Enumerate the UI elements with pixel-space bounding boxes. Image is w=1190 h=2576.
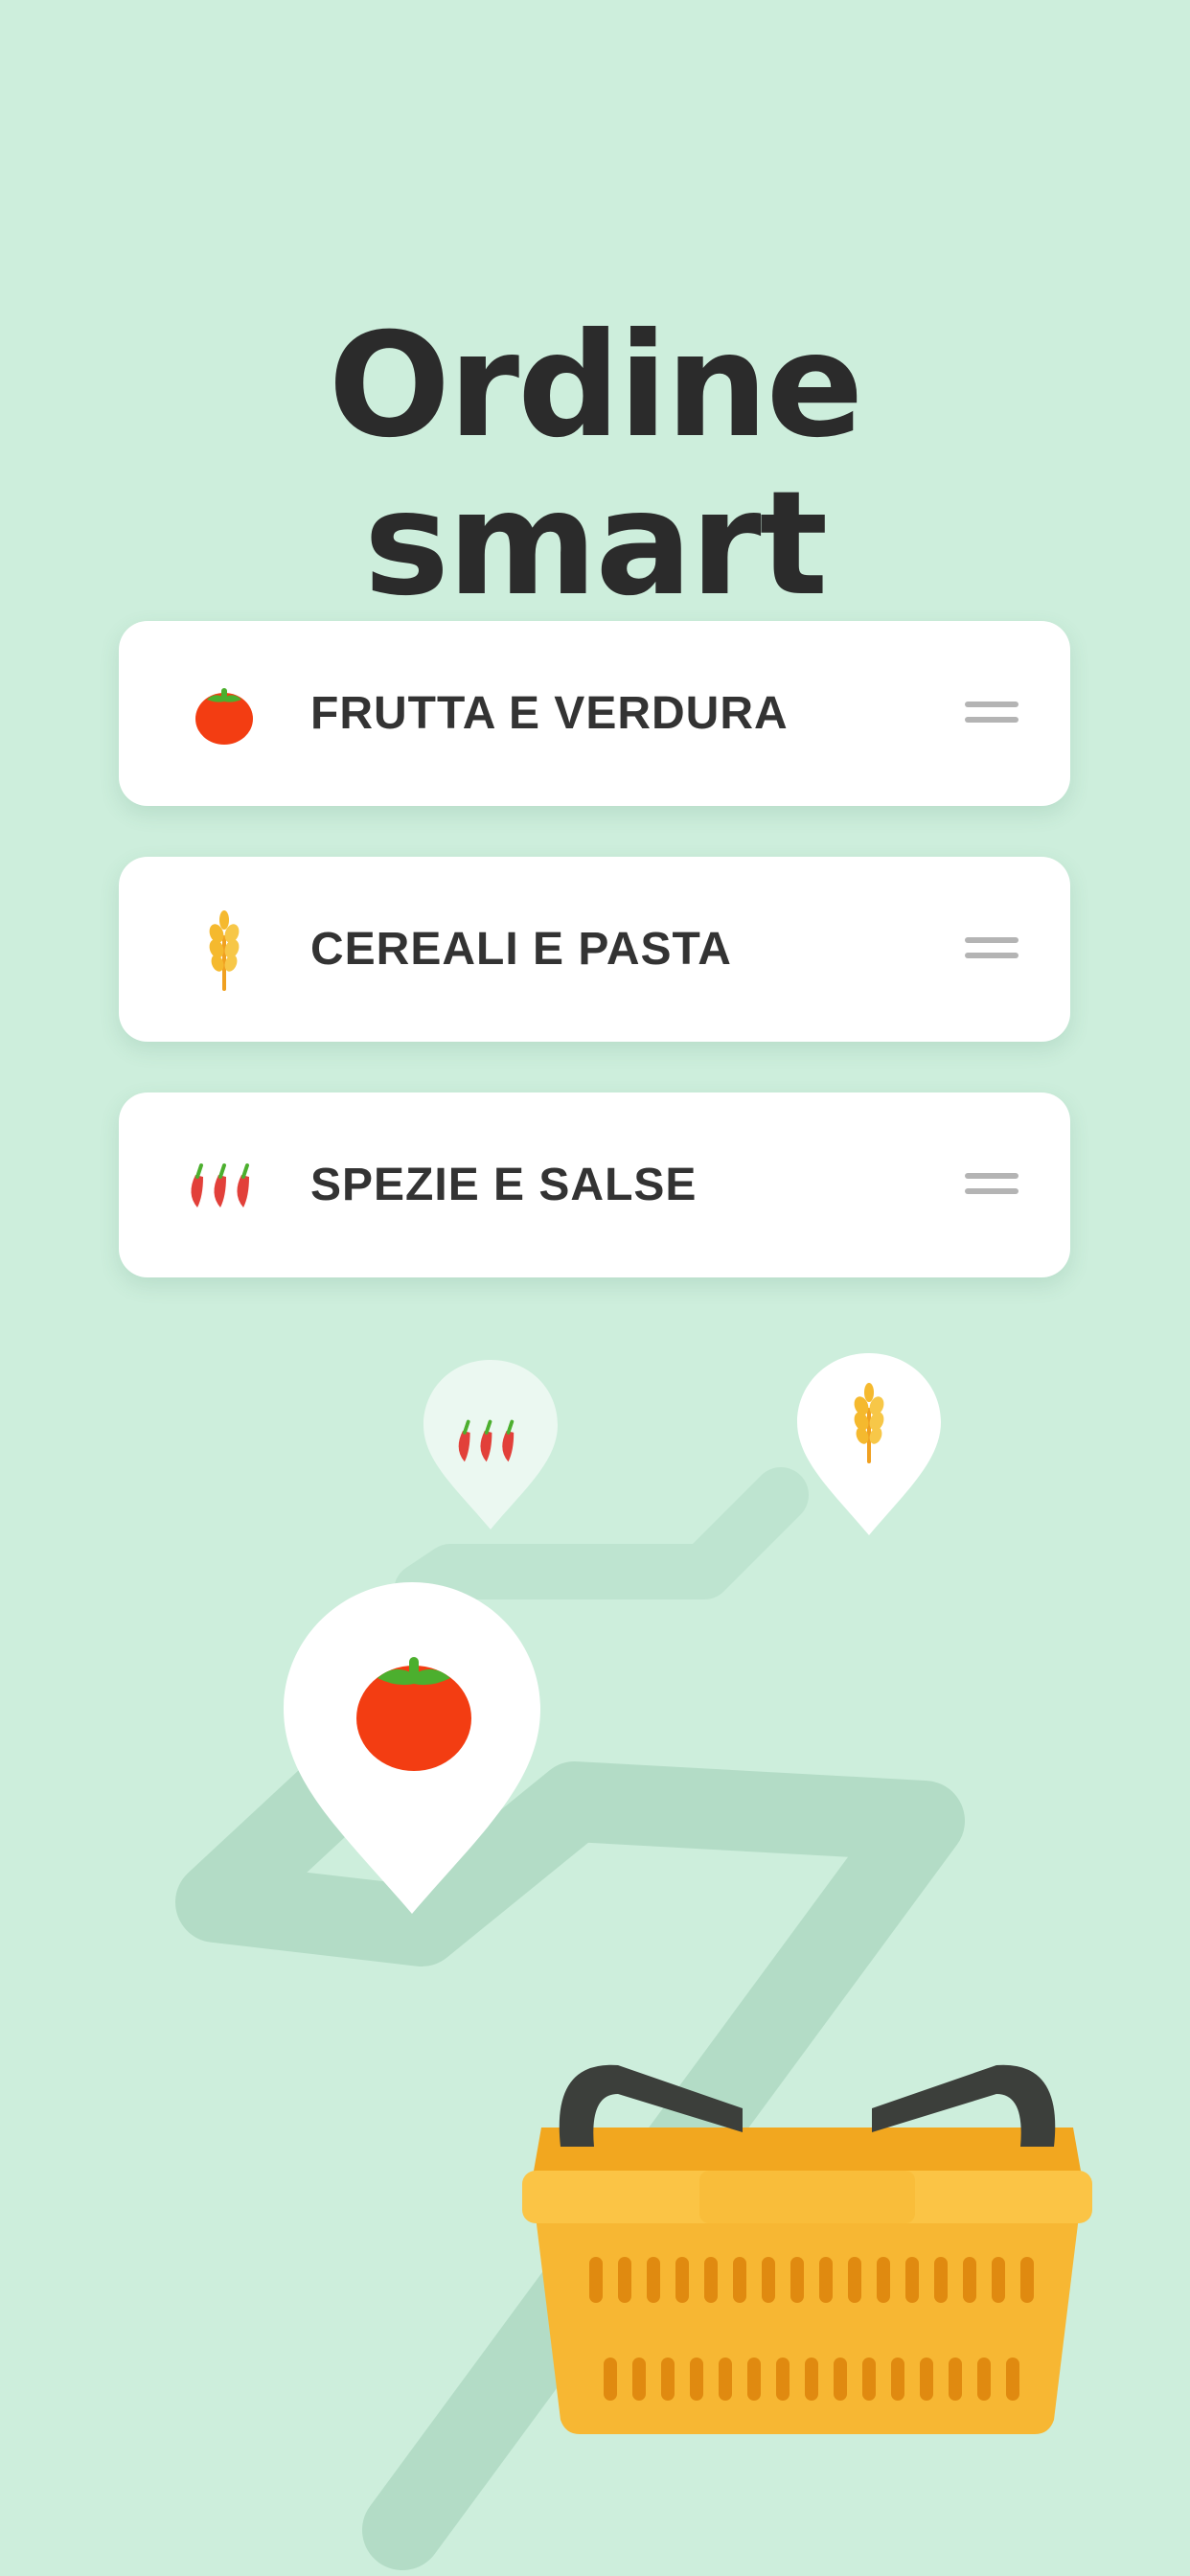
map-pin-wheat — [797, 1353, 941, 1535]
tomato-icon — [195, 688, 253, 745]
category-card-frutta-e-verdura[interactable]: FRUTTA E VERDURA — [119, 621, 1070, 806]
shopping-basket-illustration — [522, 2064, 1092, 2434]
drag-handle-icon[interactable] — [965, 702, 1018, 726]
drag-handle-icon[interactable] — [965, 937, 1018, 962]
category-card-spezie-e-salse[interactable]: SPEZIE E SALSE — [119, 1092, 1070, 1277]
category-card-cereali-e-pasta[interactable]: CEREALI E PASTA — [119, 857, 1070, 1042]
map-pin-tomato — [284, 1582, 540, 1914]
category-label: FRUTTA E VERDURA — [310, 688, 789, 739]
wheat-icon — [209, 910, 240, 991]
map-pin-chili — [423, 1360, 558, 1530]
title-line-1: Ordine — [328, 302, 864, 470]
page-title: Ordine smart — [0, 302, 1190, 628]
drag-handle-icon[interactable] — [965, 1173, 1018, 1198]
category-label: SPEZIE E SALSE — [310, 1160, 698, 1210]
title-line-2: smart — [363, 460, 828, 628]
category-label: CEREALI E PASTA — [310, 924, 732, 975]
chili-peppers-icon — [191, 1163, 249, 1208]
